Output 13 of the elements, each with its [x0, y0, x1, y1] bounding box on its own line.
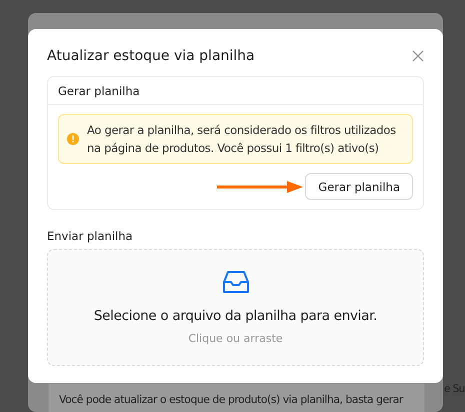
alert-text: Ao gerar a planilha, será considerado os filtros utilizados na página de produtos. Você possui 1 filtro(s) ativo(s): [87, 122, 397, 158]
arrow-icon: [217, 180, 304, 193]
warning-icon: [67, 133, 79, 146]
upload-hint: Clique ou arraste: [188, 332, 283, 346]
upload-dropzone[interactable]: Selecione o arquivo da planilha para enviar. Clique ou arraste: [47, 249, 424, 366]
inbox-icon: [222, 270, 248, 294]
close-icon[interactable]: [412, 50, 424, 62]
generate-button[interactable]: Gerar planilha: [305, 173, 413, 200]
card-title: Gerar planilha: [58, 84, 140, 98]
upload-label: Enviar planilha: [47, 229, 134, 244]
upload-text: Selecione o arquivo da planilha para enviar.: [94, 308, 378, 324]
background-text: Você pode atualizar o estoque de produto(s) via planilha, basta gerar: [59, 393, 403, 406]
modal-title: Atualizar estoque via planilha: [47, 48, 255, 64]
